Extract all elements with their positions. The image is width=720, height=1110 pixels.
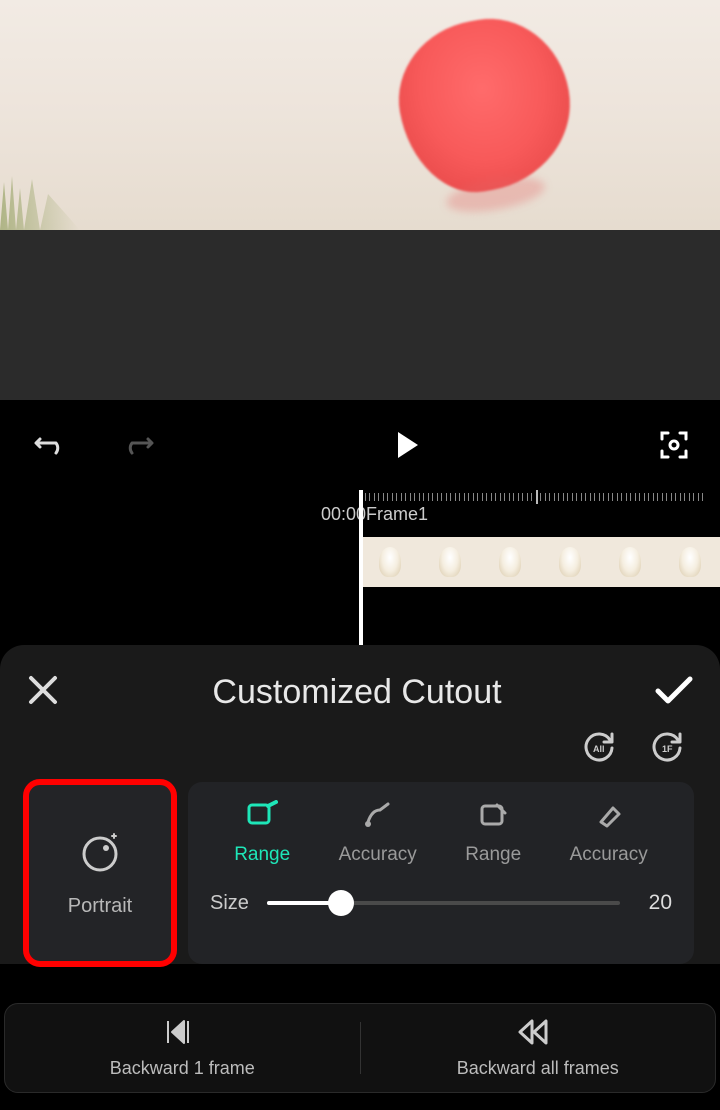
slider-knob[interactable] xyxy=(328,890,354,916)
preview-image xyxy=(0,0,720,230)
reset-frame-button[interactable]: 1F xyxy=(650,730,684,768)
brush-range-icon xyxy=(246,800,278,836)
eraser-range-tab[interactable]: Range xyxy=(465,800,521,866)
player-controls xyxy=(0,400,720,490)
reset-all-button[interactable]: All xyxy=(582,730,616,768)
svg-text:1F: 1F xyxy=(662,744,673,754)
backward-all-icon xyxy=(516,1017,560,1052)
preview-grass xyxy=(0,170,80,230)
time-label: 00:00Frame1 xyxy=(321,504,428,525)
video-preview[interactable] xyxy=(0,0,720,400)
confirm-button[interactable] xyxy=(654,675,694,710)
portrait-icon xyxy=(76,828,124,881)
brush-range-tab[interactable]: Range xyxy=(234,800,290,866)
panel-title: Customized Cutout xyxy=(60,673,654,712)
frame-nav-row: Backward 1 frame Backward all frames xyxy=(4,1003,716,1093)
play-button[interactable] xyxy=(395,430,421,460)
size-label: Size xyxy=(210,892,249,915)
brush-accuracy-tab[interactable]: Accuracy xyxy=(339,800,417,866)
timeline[interactable]: 00:00Frame1 xyxy=(0,490,720,645)
portrait-label: Portrait xyxy=(68,895,132,918)
size-slider[interactable] xyxy=(267,888,620,918)
eraser-accuracy-tab[interactable]: Accuracy xyxy=(570,800,648,866)
brush-accuracy-icon xyxy=(362,800,394,836)
cutout-subject xyxy=(387,7,584,204)
brush-tools-card: Range Accuracy Range Accuracy Size xyxy=(188,782,694,964)
backward-1-icon xyxy=(162,1017,202,1052)
clip-filmstrip[interactable] xyxy=(360,535,720,595)
eraser-range-icon xyxy=(477,800,509,836)
timeline-ruler xyxy=(360,490,720,504)
close-button[interactable] xyxy=(26,673,60,712)
svg-text:All: All xyxy=(593,744,605,754)
size-value: 20 xyxy=(638,891,672,915)
fullscreen-button[interactable] xyxy=(658,429,690,461)
eraser-accuracy-icon xyxy=(593,800,625,836)
portrait-mode-button[interactable]: Portrait xyxy=(26,782,174,964)
undo-button[interactable] xyxy=(30,431,64,459)
backward-all-frames-button[interactable]: Backward all frames xyxy=(361,1004,716,1092)
cutout-panel: Customized Cutout All 1F Portrait Range xyxy=(0,645,720,964)
redo-button[interactable] xyxy=(124,431,158,459)
playhead[interactable] xyxy=(359,490,363,645)
backward-1-frame-button[interactable]: Backward 1 frame xyxy=(5,1004,360,1092)
